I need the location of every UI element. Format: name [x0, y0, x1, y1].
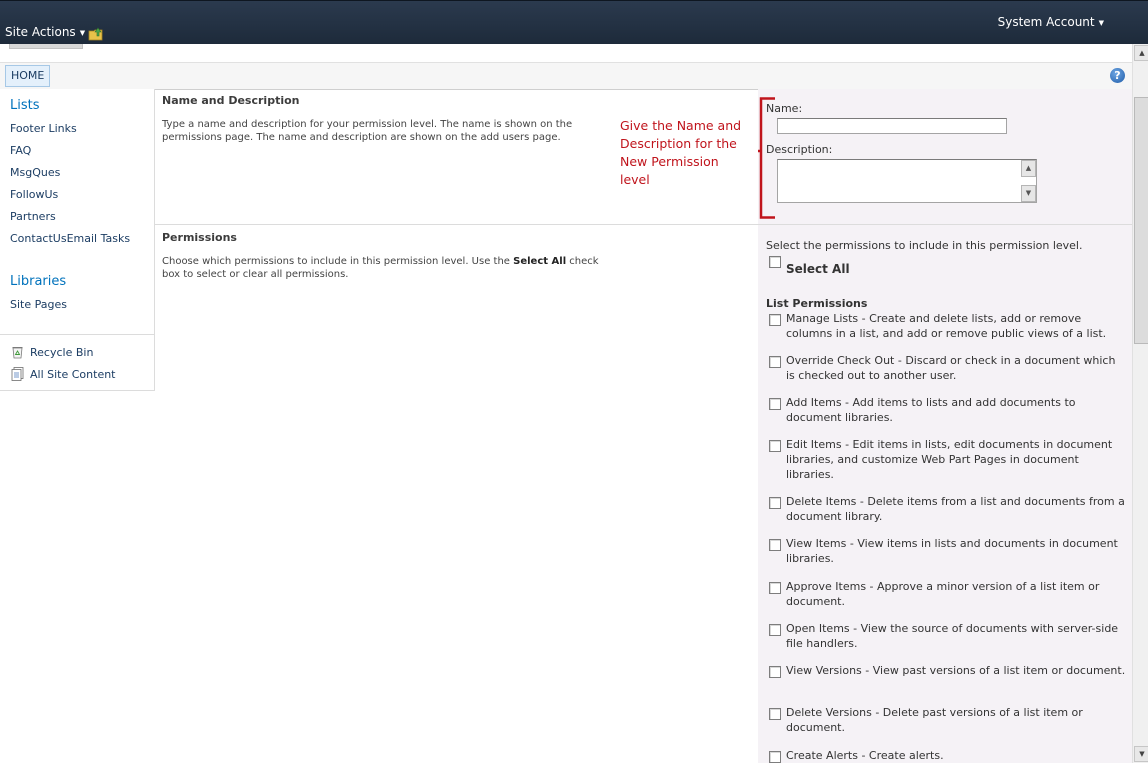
- permission-level-form: Name and Description Type a name and des…: [155, 89, 1132, 763]
- permission-label-delete-versions: Delete Versions - Delete past versions o…: [786, 706, 1083, 734]
- permission-checkbox-manage-lists[interactable]: [769, 314, 781, 326]
- permission-checkbox-open-items[interactable]: [769, 624, 781, 636]
- permission-checkbox-create-alerts[interactable]: [769, 751, 781, 763]
- name-label: Name:: [766, 102, 803, 115]
- user-menu[interactable]: System Account ▼: [998, 15, 1104, 29]
- description-field: ▲ ▼: [777, 159, 1037, 203]
- nav-heading-lists[interactable]: Lists: [10, 98, 40, 113]
- permission-checkbox-add-items[interactable]: [769, 398, 781, 410]
- help-icon[interactable]: ?: [1110, 68, 1125, 83]
- permission-label-approve-items: Approve Items - Approve a minor version …: [786, 580, 1100, 608]
- nav-link-contactusemail-tasks[interactable]: ContactUsEmail Tasks: [10, 232, 130, 245]
- permission-label-view-items: View Items - View items in lists and doc…: [786, 537, 1118, 565]
- permission-checkbox-approve-items[interactable]: [769, 582, 781, 594]
- section-divider: [155, 224, 1132, 225]
- quick-launch: Lists Footer Links FAQ MsgQues FollowUs …: [0, 89, 155, 391]
- recycle-bin-icon: [12, 347, 23, 359]
- section-description-permissions: Choose which permissions to include in t…: [162, 255, 617, 281]
- page-scrollbar[interactable]: ▲ ▼: [1132, 44, 1148, 763]
- tab-home[interactable]: HOME: [5, 65, 51, 87]
- permission-checkbox-view-versions[interactable]: [769, 666, 781, 678]
- nav-divider: [0, 334, 154, 335]
- name-input[interactable]: [777, 118, 1007, 134]
- nav-heading-libraries[interactable]: Libraries: [10, 274, 66, 289]
- select-all-checkbox[interactable]: [769, 256, 781, 268]
- scroll-up-arrow-icon[interactable]: ▲: [1021, 160, 1036, 177]
- site-actions-menu[interactable]: Site Actions ▼: [5, 25, 85, 39]
- site-actions-label: Site Actions: [5, 25, 76, 39]
- permission-label-add-items: Add Items - Add items to lists and add d…: [786, 396, 1076, 424]
- select-all-label: Select All: [786, 262, 850, 276]
- permission-checkbox-delete-versions[interactable]: [769, 708, 781, 720]
- folder-up-icon[interactable]: [88, 27, 104, 41]
- permission-checkbox-delete-items[interactable]: [769, 497, 781, 509]
- site-content-icon: [11, 367, 24, 381]
- description-label: Description:: [766, 143, 833, 156]
- chevron-down-icon: ▼: [1098, 18, 1104, 27]
- permission-label-create-alerts: Create Alerts - Create alerts.: [786, 749, 944, 762]
- tab-stub: [9, 44, 83, 49]
- top-bar: Site Actions ▼ System Account ▼: [0, 0, 1148, 45]
- nav-link-site-pages[interactable]: Site Pages: [10, 298, 67, 311]
- permission-label-edit-items: Edit Items - Edit items in lists, edit d…: [786, 438, 1113, 481]
- permission-checkbox-edit-items[interactable]: [769, 440, 781, 452]
- list-permissions-heading: List Permissions: [766, 297, 868, 310]
- permission-label-manage-lists: Manage Lists - Create and delete lists, …: [786, 312, 1107, 340]
- scroll-up-icon[interactable]: ▲: [1134, 45, 1148, 61]
- nav-link-footer-links[interactable]: Footer Links: [10, 122, 77, 135]
- section-title-permissions: Permissions: [162, 231, 237, 244]
- permissions-desc-bold: Select All: [513, 256, 567, 267]
- nav-link-all-site-content[interactable]: All Site Content: [30, 368, 116, 381]
- permission-label-override-check-out: Override Check Out - Discard or check in…: [786, 354, 1116, 382]
- scroll-down-arrow-icon[interactable]: ▼: [1021, 185, 1036, 202]
- page-strip: [0, 44, 1132, 62]
- nav-link-recycle-bin[interactable]: Recycle Bin: [30, 346, 93, 359]
- section-title-name-description: Name and Description: [162, 94, 300, 107]
- permissions-desc-start: Choose which permissions to include in t…: [162, 256, 514, 267]
- scroll-down-icon[interactable]: ▼: [1134, 746, 1148, 762]
- permission-label-open-items: Open Items - View the source of document…: [786, 622, 1119, 650]
- permissions-intro: Select the permissions to include in thi…: [766, 239, 1083, 252]
- permission-checkbox-override-check-out[interactable]: [769, 356, 781, 368]
- user-name: System Account: [997, 15, 1095, 29]
- ribbon-bar: HOME ?: [0, 62, 1132, 90]
- annotation-bracket: [758, 97, 775, 219]
- permission-label-view-versions: View Versions - View past versions of a …: [786, 664, 1126, 677]
- chevron-down-icon: ▼: [79, 28, 86, 37]
- nav-link-followus[interactable]: FollowUs: [10, 188, 58, 201]
- permission-label-delete-items: Delete Items - Delete items from a list …: [786, 495, 1125, 523]
- scrollbar-thumb[interactable]: [1134, 97, 1148, 344]
- section-description-name: Type a name and description for your per…: [162, 119, 573, 143]
- permission-checkbox-view-items[interactable]: [769, 539, 781, 551]
- nav-link-partners[interactable]: Partners: [10, 210, 56, 223]
- description-textarea[interactable]: [778, 160, 1019, 202]
- nav-link-faq[interactable]: FAQ: [10, 144, 31, 157]
- annotation-callout: Give the Name and Description for the Ne…: [620, 118, 742, 187]
- nav-link-msgques[interactable]: MsgQues: [10, 166, 60, 179]
